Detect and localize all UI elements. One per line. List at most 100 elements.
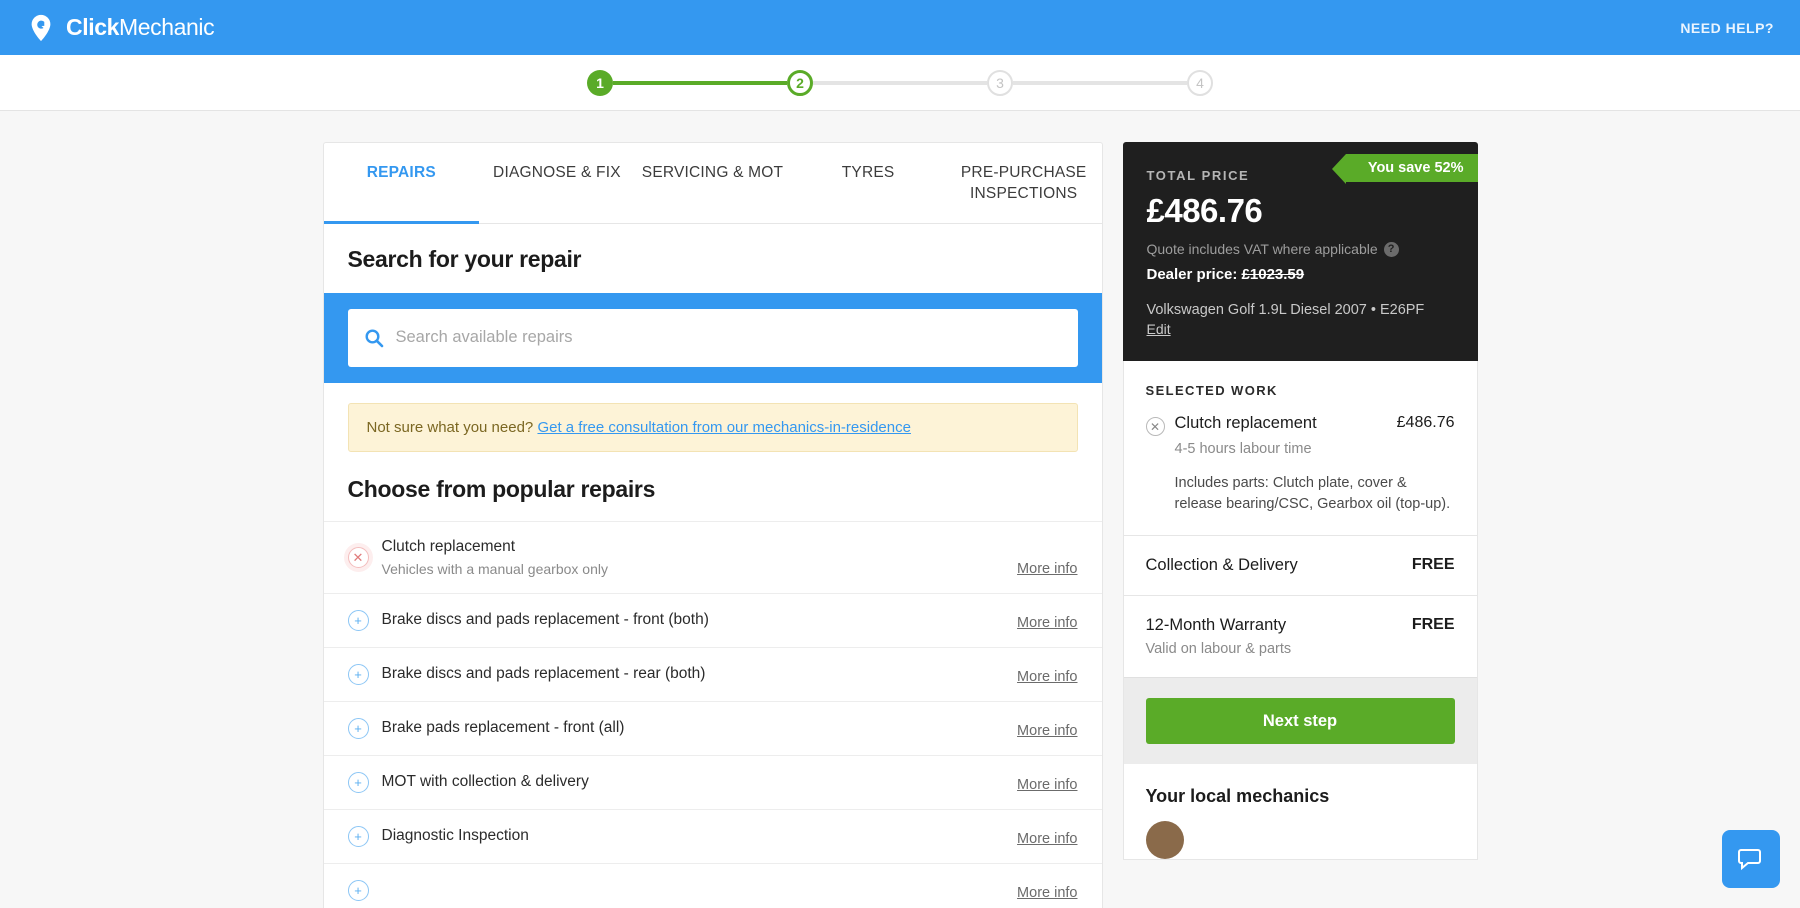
brand-name-bold: Click	[66, 14, 119, 40]
repair-subtitle: Vehicles with a manual gearbox only	[382, 561, 1005, 577]
brand-name-light: Mechanic	[119, 14, 214, 40]
list-item[interactable]: + MOT with collection & delivery More in…	[324, 755, 1102, 809]
edit-vehicle-link[interactable]: Edit	[1147, 321, 1171, 337]
more-info-link[interactable]: More info	[1017, 723, 1077, 739]
more-info-link[interactable]: More info	[1017, 777, 1077, 793]
add-circle-icon[interactable]: +	[348, 664, 369, 685]
vehicle-summary: Volkswagen Golf 1.9L Diesel 2007 • E26PF	[1147, 302, 1454, 318]
extra-warranty: 12-Month Warranty Valid on labour & part…	[1124, 595, 1477, 677]
list-item[interactable]: + More info	[324, 863, 1102, 908]
search-heading: Search for your repair	[324, 224, 1102, 293]
selected-work-panel: SELECTED WORK ✕ Clutch replacement £486.…	[1123, 361, 1478, 860]
repair-name: MOT with collection & delivery	[382, 773, 1005, 791]
remove-circle-icon[interactable]: ✕	[348, 547, 369, 568]
extra-value: FREE	[1412, 556, 1455, 574]
list-item[interactable]: + Brake pads replacement - front (all) M…	[324, 701, 1102, 755]
quote-panel: You save 52% TOTAL PRICE £486.76 Quote i…	[1123, 142, 1478, 361]
step-1[interactable]: 1	[587, 70, 613, 96]
list-item[interactable]: + Diagnostic Inspection More info	[324, 809, 1102, 863]
add-circle-icon[interactable]: +	[348, 772, 369, 793]
search-icon	[364, 328, 384, 348]
repair-name: Clutch replacement	[382, 538, 1005, 556]
quote-sidebar: You save 52% TOTAL PRICE £486.76 Quote i…	[1123, 142, 1478, 908]
more-info-link[interactable]: More info	[1017, 885, 1077, 901]
search-box[interactable]	[348, 309, 1078, 367]
step-connector-3	[1013, 81, 1187, 85]
step-2[interactable]: 2	[787, 70, 813, 96]
tab-pre-purchase-inspections[interactable]: PRE-PURCHASE INSPECTIONS	[946, 143, 1102, 224]
repair-details: Brake discs and pads replacement - front…	[382, 611, 1005, 629]
popular-repairs-heading: Choose from popular repairs	[324, 452, 1102, 521]
consultation-banner: Not sure what you need? Get a free consu…	[348, 403, 1078, 452]
vat-note: Quote includes VAT where applicable ?	[1147, 241, 1454, 257]
location-pin-icon	[26, 13, 56, 43]
more-info-link[interactable]: More info	[1017, 831, 1077, 847]
avatar	[1146, 821, 1184, 859]
search-input[interactable]	[396, 328, 1062, 347]
progress-stepper: 1 2 3 4	[587, 70, 1213, 96]
add-circle-icon[interactable]: +	[348, 826, 369, 847]
brand-logo[interactable]: ClickMechanic	[26, 13, 214, 43]
repair-name: Brake pads replacement - front (all)	[382, 719, 1005, 737]
more-info-link[interactable]: More info	[1017, 561, 1077, 577]
tab-diagnose-and-fix[interactable]: DIAGNOSE & FIX	[479, 143, 635, 224]
tab-servicing-and-mot[interactable]: SERVICING & MOT	[635, 143, 791, 224]
repair-details: Brake pads replacement - front (all)	[382, 719, 1005, 737]
page-body: REPAIRS DIAGNOSE & FIX SERVICING & MOT T…	[0, 111, 1800, 908]
total-price-value: £486.76	[1147, 192, 1454, 230]
progress-stepper-bar: 1 2 3 4	[0, 55, 1800, 111]
extra-label: 12-Month Warranty	[1146, 616, 1292, 635]
tab-tyres[interactable]: TYRES	[790, 143, 946, 224]
extra-text: Collection & Delivery	[1146, 556, 1298, 575]
step-4[interactable]: 4	[1187, 70, 1213, 96]
add-circle-icon[interactable]: +	[348, 880, 369, 901]
selected-work-row: ✕ Clutch replacement £486.76	[1146, 414, 1455, 436]
selected-work-item: ✕ Clutch replacement £486.76 4-5 hours l…	[1124, 414, 1477, 535]
search-band	[324, 293, 1102, 383]
question-mark-icon[interactable]: ?	[1384, 242, 1399, 257]
brand-text: ClickMechanic	[66, 14, 214, 41]
selected-work-name: Clutch replacement	[1175, 414, 1387, 433]
more-info-link[interactable]: More info	[1017, 669, 1077, 685]
repair-details: Diagnostic Inspection	[382, 827, 1005, 845]
step-3[interactable]: 3	[987, 70, 1013, 96]
need-help-link[interactable]: NEED HELP?	[1680, 20, 1774, 36]
local-mechanics-heading: Your local mechanics	[1124, 764, 1477, 821]
extra-label: Collection & Delivery	[1146, 556, 1298, 575]
next-step-container: Next step	[1124, 677, 1477, 764]
chat-launcher-button[interactable]	[1722, 830, 1780, 888]
repairs-card: REPAIRS DIAGNOSE & FIX SERVICING & MOT T…	[323, 142, 1103, 908]
remove-circle-icon[interactable]: ✕	[1146, 417, 1165, 436]
selected-work-heading: SELECTED WORK	[1124, 361, 1477, 414]
extra-value: FREE	[1412, 616, 1455, 634]
tab-repairs[interactable]: REPAIRS	[324, 143, 480, 224]
repair-name: Brake discs and pads replacement - rear …	[382, 665, 1005, 683]
extra-text: 12-Month Warranty Valid on labour & part…	[1146, 616, 1292, 657]
repair-details: MOT with collection & delivery	[382, 773, 1005, 791]
extra-collection-delivery: Collection & Delivery FREE	[1124, 535, 1477, 595]
chat-bubble-icon	[1737, 845, 1765, 873]
more-info-link[interactable]: More info	[1017, 615, 1077, 631]
consultation-link[interactable]: Get a free consultation from our mechani…	[537, 419, 911, 436]
add-circle-icon[interactable]: +	[348, 718, 369, 739]
selected-work-labour: 4-5 hours labour time	[1175, 441, 1455, 457]
repair-name: Brake discs and pads replacement - front…	[382, 611, 1005, 629]
extra-sublabel: Valid on labour & parts	[1146, 641, 1292, 657]
step-connector-2	[813, 81, 987, 85]
vat-note-text: Quote includes VAT where applicable	[1147, 241, 1378, 257]
savings-badge: You save 52%	[1346, 154, 1478, 182]
top-header-bar: ClickMechanic NEED HELP?	[0, 0, 1800, 55]
add-circle-icon[interactable]: +	[348, 610, 369, 631]
list-item[interactable]: + Brake discs and pads replacement - rea…	[324, 647, 1102, 701]
list-item[interactable]: ✕ Clutch replacement Vehicles with a man…	[324, 521, 1102, 593]
selected-work-price: £486.76	[1397, 414, 1455, 432]
dealer-price-label: Dealer price:	[1147, 266, 1242, 283]
repair-details: Clutch replacement Vehicles with a manua…	[382, 538, 1005, 577]
repair-details: Brake discs and pads replacement - rear …	[382, 665, 1005, 683]
dealer-price-value: £1023.59	[1242, 266, 1305, 283]
list-item[interactable]: + Brake discs and pads replacement - fro…	[324, 593, 1102, 647]
repair-name: Diagnostic Inspection	[382, 827, 1005, 845]
next-step-button[interactable]: Next step	[1146, 698, 1455, 744]
selected-work-parts: Includes parts: Clutch plate, cover & re…	[1175, 473, 1455, 515]
popular-repairs-list: ✕ Clutch replacement Vehicles with a man…	[324, 521, 1102, 908]
